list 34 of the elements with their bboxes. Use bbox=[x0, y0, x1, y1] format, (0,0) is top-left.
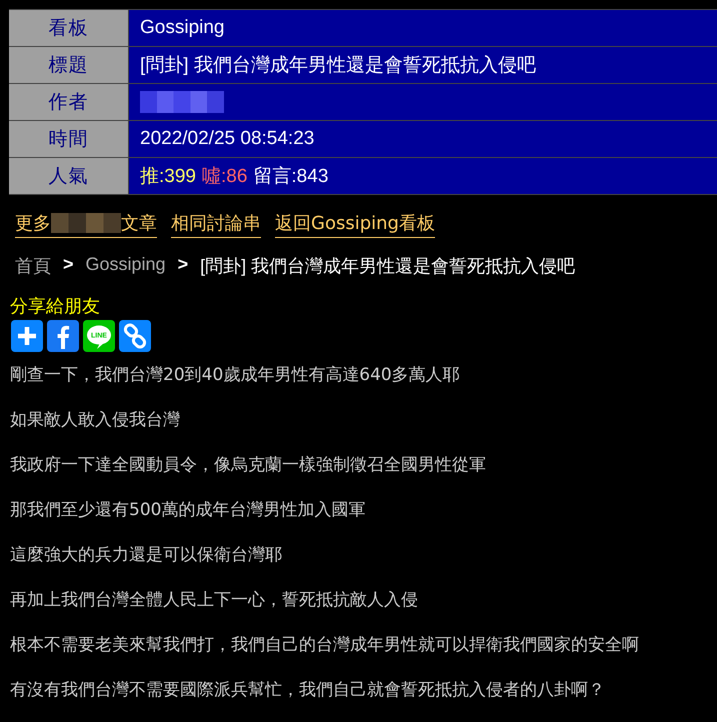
breadcrumb-separator: > bbox=[63, 254, 74, 276]
nav-link[interactable]: 相同討論串 bbox=[171, 211, 261, 238]
post-text: 如果敵人敢入侵我台灣 bbox=[10, 409, 181, 432]
nav-link[interactable]: 返回Gossiping看板 bbox=[275, 211, 435, 238]
field-label: 人氣 bbox=[9, 158, 129, 194]
field-label: 時間 bbox=[9, 121, 129, 157]
post-text: 這麼強大的兵力還是可以保衛台灣耶 bbox=[10, 544, 283, 567]
facebook-icon bbox=[47, 320, 79, 352]
breadcrumb-current: [問卦] 我們台灣成年男性還是會誓死抵抗入侵吧 bbox=[200, 255, 576, 278]
field-value: [問卦] 我們台灣成年男性還是會誓死抵抗入侵吧 bbox=[140, 54, 536, 78]
post-text: 那我們至少還有500萬的成年台灣男性加入國軍 bbox=[10, 499, 366, 522]
post-text: 有沒有我們台灣不需要國際派兵幫忙，我們自己就會誓死抵抗入侵者的八卦啊？ bbox=[10, 679, 606, 702]
field-label: 看板 bbox=[9, 10, 129, 46]
stat-count: 噓:86 bbox=[202, 165, 248, 189]
breadcrumb-link[interactable]: 首頁 bbox=[15, 254, 51, 278]
stat-count: 留言:843 bbox=[253, 165, 328, 189]
nav-link[interactable]: 更多 文章 bbox=[15, 211, 157, 238]
field-value: 2022/02/25 08:54:23 bbox=[140, 128, 314, 150]
field-label: 標題 bbox=[9, 47, 129, 83]
breadcrumb-separator: > bbox=[178, 254, 188, 276]
breadcrumb-link[interactable]: Gossiping bbox=[86, 254, 166, 278]
share-button[interactable] bbox=[119, 320, 151, 352]
share-button[interactable] bbox=[47, 320, 79, 352]
field-label: 作者 bbox=[9, 84, 129, 120]
chain-link-icon bbox=[119, 320, 151, 352]
share-button[interactable] bbox=[11, 320, 43, 352]
share-heading: 分享給朋友 bbox=[9, 295, 101, 318]
field-value: Gossiping bbox=[140, 17, 224, 39]
post-text: 根本不需要老美來幫我們打，我們自己的台灣成年男性就可以捍衛我們國家的安全啊 bbox=[10, 634, 640, 657]
stat-count: 推:399 bbox=[140, 165, 196, 189]
post-text: 剛查一下，我們台灣20到40歲成年男性有高達640多萬人耶 bbox=[10, 364, 461, 387]
post-text: 再加上我們台灣全體人民上下一心，誓死抵抗敵人入侵 bbox=[10, 589, 419, 612]
add-icon bbox=[11, 320, 43, 352]
post-text: 我政府一下達全國動員令，像烏克蘭一樣強制徵召全國男性從軍 bbox=[10, 454, 487, 477]
